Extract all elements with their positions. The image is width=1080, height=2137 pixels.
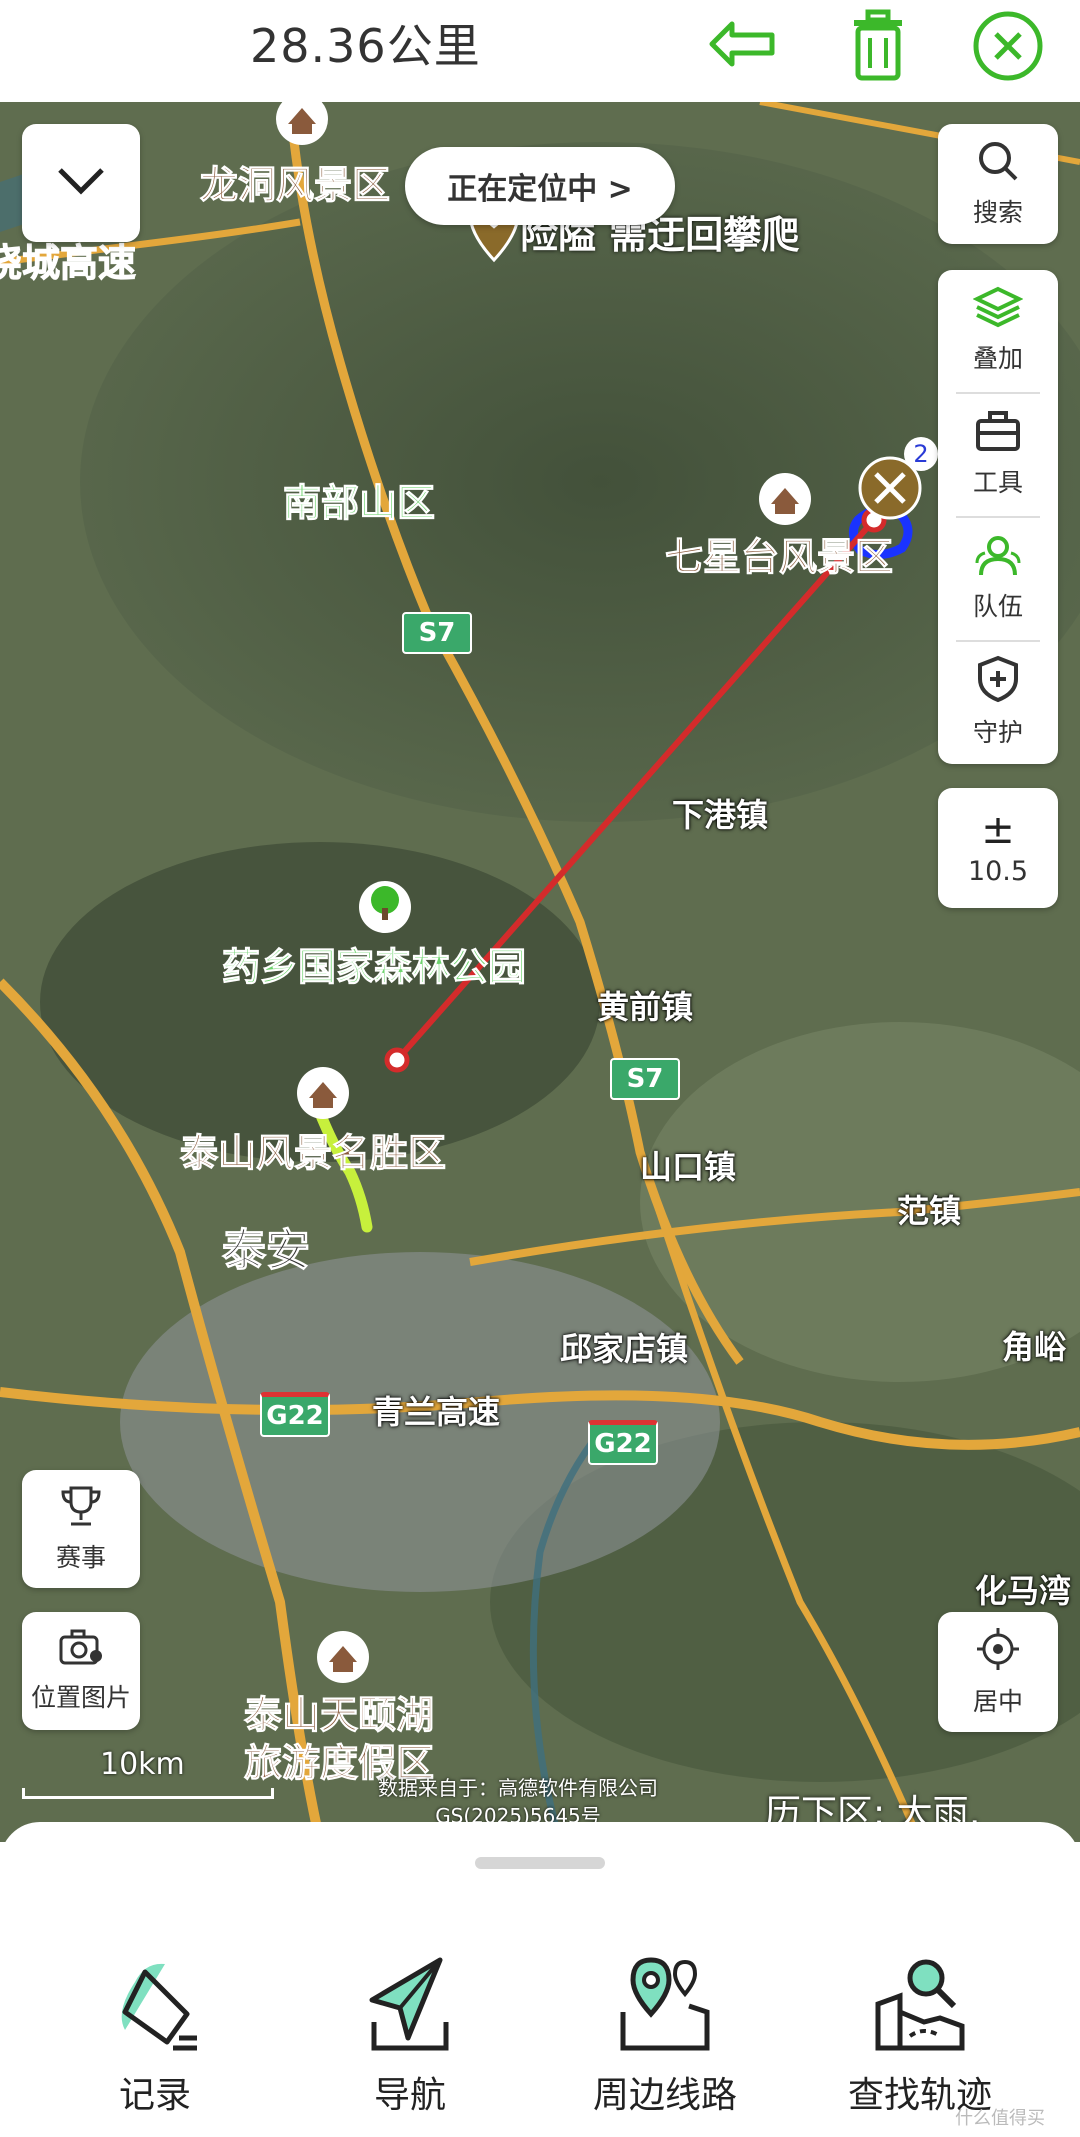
map-label-taishan: 泰山风景名胜区 — [179, 1131, 447, 1176]
team-icon — [973, 533, 1023, 581]
toolbox-icon — [974, 409, 1022, 457]
center-label: 居中 — [972, 1687, 1023, 1716]
nearby-routes-button[interactable]: 周边线路 — [545, 1952, 785, 2132]
search-icon — [976, 139, 1020, 187]
map-label-qixingtai: 七星台风景区 — [664, 535, 894, 580]
center-button[interactable]: 居中 — [938, 1612, 1058, 1732]
road-shield-s7-north: S7 — [402, 612, 472, 654]
map-label-jiaoyu: 角峪 — [1002, 1328, 1067, 1366]
map-label-huamawan: 化马湾 — [975, 1572, 1072, 1610]
road-shield-g22-west: G22 — [260, 1392, 330, 1437]
map-label-qiujiadian: 邱家店镇 — [560, 1330, 689, 1368]
search-label: 搜索 — [972, 198, 1023, 227]
layers-icon — [972, 285, 1024, 333]
trash-icon[interactable] — [838, 6, 918, 86]
zoom-control[interactable]: ± 10.5 — [938, 788, 1058, 908]
map-label-fanzhen: 范镇 — [897, 1192, 962, 1230]
team-label: 队伍 — [972, 592, 1023, 621]
navigation-label: 导航 — [373, 2075, 446, 2116]
tools-button[interactable]: 工具 — [938, 394, 1058, 514]
bottom-action-sheet: 记录 导航 周边线路 查找轨迹 什么值得买 — [0, 1822, 1080, 2137]
map-label-qinglan: 青兰高速 — [372, 1393, 501, 1431]
top-bar: 28.36公里 — [0, 0, 1080, 102]
watermark: 什么值得买 — [955, 2108, 1045, 2129]
guard-button[interactable]: 守护 — [938, 642, 1058, 762]
photo-location-label: 位置图片 — [30, 1683, 131, 1712]
cluster-count-badge[interactable]: 2 — [905, 438, 937, 470]
route-distance: 28.36公里 — [250, 19, 481, 73]
map-label-huangqian: 黄前镇 — [597, 988, 694, 1026]
camera-location-icon — [58, 1628, 104, 1672]
map-label-yaoxiang: 药乡国家森林公园 — [221, 945, 527, 990]
map-label-shankou: 山口镇 — [640, 1148, 737, 1186]
overlay-button[interactable]: 叠加 — [938, 270, 1058, 390]
map-label-taian: 泰安 — [222, 1225, 311, 1277]
trophy-icon — [59, 1484, 103, 1532]
nearby-routes-icon — [615, 1952, 715, 2056]
zoom-symbol: ± — [981, 806, 1015, 853]
road-shield-g22-east: G22 — [588, 1420, 658, 1465]
photo-location-button[interactable]: 位置图片 — [22, 1612, 140, 1730]
team-button[interactable]: 队伍 — [938, 518, 1058, 638]
road-shield-s7-south: S7 — [610, 1058, 680, 1100]
navigation-button[interactable]: 导航 — [290, 1952, 530, 2132]
guard-label: 守护 — [972, 718, 1023, 747]
scale-label: 10km — [100, 1747, 185, 1782]
satellite-map[interactable]: 龙洞风景区 绕城高速 险隘 需迂回攀爬 南部山区 七星台风景区 下港镇 药乡国家… — [0, 102, 1080, 1842]
sheet-drag-handle[interactable] — [475, 1857, 605, 1869]
scale-bar — [22, 1788, 274, 1799]
nearby-routes-label: 周边线路 — [592, 2075, 737, 2116]
map-label-tianyihu: 泰山天颐湖 — [243, 1693, 435, 1738]
overlay-label: 叠加 — [972, 344, 1023, 373]
collapse-button[interactable] — [22, 124, 140, 242]
zoom-level: 10.5 — [967, 855, 1029, 887]
record-pen-icon — [105, 1952, 205, 2056]
map-label-nanbu: 南部山区 — [282, 481, 436, 526]
events-label: 赛事 — [55, 1543, 106, 1572]
events-button[interactable]: 赛事 — [22, 1470, 140, 1588]
close-circle-icon[interactable] — [968, 6, 1048, 86]
map-tools-panel: 叠加 工具 队伍 守护 — [938, 270, 1058, 764]
record-button[interactable]: 记录 — [35, 1952, 275, 2132]
map-label-xiagang: 下港镇 — [672, 796, 769, 834]
map-credit-provider: 数据来自于：高德软件有限公司 — [378, 1776, 658, 1800]
map-imagery — [0, 102, 1080, 1842]
chevron-down-icon — [56, 166, 106, 200]
record-label: 记录 — [118, 2075, 191, 2116]
crosshair-icon — [975, 1626, 1021, 1676]
search-button[interactable]: 搜索 — [938, 124, 1058, 244]
map-label-longdong: 龙洞风景区 — [199, 163, 391, 208]
find-track-icon — [870, 1952, 970, 2056]
back-arrow-icon[interactable] — [702, 6, 782, 86]
tools-label: 工具 — [972, 468, 1023, 497]
locating-status-button[interactable]: 正在定位中 > — [405, 147, 675, 225]
shield-plus-icon — [976, 655, 1020, 707]
navigation-plane-icon — [360, 1952, 460, 2056]
